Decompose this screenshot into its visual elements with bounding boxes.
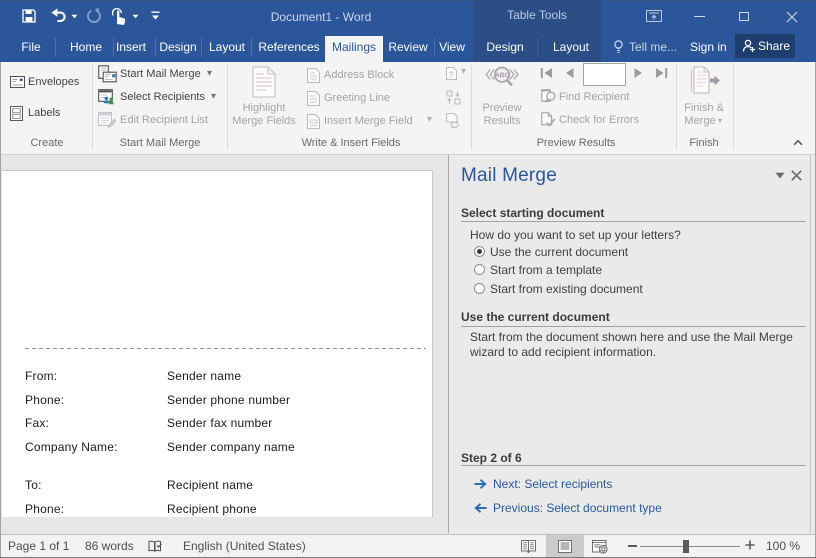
svg-text:ABC: ABC — [495, 72, 509, 79]
svg-text:?: ? — [448, 70, 453, 80]
